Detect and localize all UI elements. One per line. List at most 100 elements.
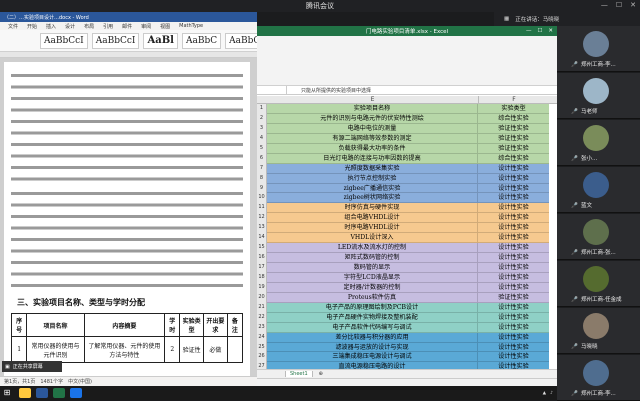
cell-project-name[interactable]: 元件的识别与电路元件的伏安特性测绘	[267, 113, 478, 124]
table-row[interactable]: 22 电子产品硬件实物焊接及整机装配 设计性实验	[257, 312, 557, 323]
close-icon[interactable]: ✕	[630, 1, 636, 9]
cell-project-type[interactable]: 验证性实验	[478, 292, 549, 303]
cell-project-name[interactable]: 字符型LCD液晶显示	[267, 272, 478, 283]
volume-icon[interactable]: ♪	[550, 391, 553, 396]
row-number[interactable]: 4	[257, 133, 267, 144]
column-header-e[interactable]: E	[267, 96, 478, 103]
cell-project-type[interactable]: 实验类型	[478, 104, 549, 114]
table-row[interactable]: 10 zigbee树状网络实验 设计性实验	[257, 193, 557, 204]
cell-project-type[interactable]: 设计性实验	[478, 243, 549, 254]
presenter-bar[interactable]: ▣ 正在共享屏幕	[2, 361, 62, 372]
word-tab[interactable]: 文件	[8, 23, 18, 30]
minimize-icon[interactable]: —	[526, 28, 532, 34]
row-number[interactable]: 26	[257, 352, 267, 363]
cell-project-name[interactable]: LED流水及流水灯的控制	[267, 243, 478, 254]
table-row[interactable]: 3 电路中电位的测量 验证性实验	[257, 123, 557, 134]
participant-tile[interactable]: 🎤 郑州工商-李...	[557, 26, 640, 72]
table-row[interactable]: 16 矩阵式数码管的控制 设计性实验	[257, 253, 557, 263]
style-normal[interactable]: AaBbCcI	[40, 32, 88, 49]
cell-project-name[interactable]: 负载获得最大功率的条件	[267, 143, 478, 154]
cell-project-type[interactable]: 设计性实验	[478, 233, 549, 244]
row-number[interactable]: 23	[257, 322, 267, 333]
table-row[interactable]: 7 光照度数据采集实验 设计性实验	[257, 163, 557, 174]
word-tab[interactable]: 开始	[27, 23, 37, 30]
table-row[interactable]: 20 Proteus软件仿真 验证性实验	[257, 292, 557, 303]
word-tab[interactable]: 审阅	[141, 23, 151, 30]
table-row[interactable]: 13 时序电路VHDL设计 设计性实验	[257, 223, 557, 234]
cell-project-name[interactable]: 电子产品硬件实物焊接及整机装配	[267, 312, 478, 323]
cell-project-name[interactable]: 电路中电位的测量	[267, 123, 478, 134]
row-number[interactable]: 19	[257, 282, 267, 293]
table-row[interactable]: 17 数码管的显示 设计性实验	[257, 263, 557, 273]
row-number[interactable]: 12	[257, 213, 267, 224]
row-number[interactable]: 18	[257, 272, 267, 283]
cell-project-type[interactable]: 设计性实验	[478, 332, 549, 343]
row-number[interactable]: 7	[257, 163, 267, 174]
row-number[interactable]: 14	[257, 233, 267, 244]
row-number[interactable]: 20	[257, 292, 267, 303]
cell-project-type[interactable]: 验证性实验	[478, 143, 549, 154]
table-row[interactable]: 19 定时器/计数器的控制 设计性实验	[257, 282, 557, 293]
row-number[interactable]: 22	[257, 312, 267, 323]
style-no-spacing[interactable]: AaBbCcI	[91, 32, 140, 49]
cell-project-type[interactable]: 设计性实验	[478, 342, 549, 353]
table-row[interactable]: 2 元件的识别与电路元件的伏安特性测绘 综合性实验	[257, 113, 557, 124]
minimize-icon[interactable]: —	[601, 1, 608, 9]
row-number[interactable]: 5	[257, 143, 267, 154]
cell-project-name[interactable]: VHDL设计深入	[267, 233, 478, 244]
excel-icon[interactable]	[53, 388, 65, 398]
table-row[interactable]: 21 电子产品的原理图绘制及PCB设计 设计性实验	[257, 302, 557, 313]
cell-project-type[interactable]: 设计性实验	[478, 263, 549, 273]
cell-project-type[interactable]: 设计性实验	[478, 193, 549, 204]
cell-project-name[interactable]: zigbee树状网络实验	[267, 193, 478, 204]
participant-tile[interactable]: 🎤 马老师	[557, 73, 640, 119]
spreadsheet-grid[interactable]: E F 1 实验项目名称 实验类型 2 元件的识别与电路元件的伏安特性测绘 综合性实验 3 电…	[257, 96, 557, 373]
cell-project-name[interactable]: 光照度数据采集实验	[267, 163, 478, 174]
row-number[interactable]: 6	[257, 153, 267, 164]
table-row[interactable]: 14 VHDL设计深入 设计性实验	[257, 233, 557, 244]
cell-project-type[interactable]: 设计性实验	[478, 253, 549, 263]
cell-project-name[interactable]: 电子产品的原理图绘制及PCB设计	[267, 302, 478, 313]
cell-project-type[interactable]: 设计性实验	[478, 203, 549, 214]
cell-project-type[interactable]: 设计性实验	[478, 272, 549, 283]
maximize-icon[interactable]: ☐	[616, 1, 622, 9]
word-tab[interactable]: 邮件	[122, 23, 132, 30]
maximize-icon[interactable]: ☐	[537, 28, 542, 34]
word-tab[interactable]: 布局	[84, 23, 94, 30]
row-number[interactable]: 17	[257, 263, 267, 273]
table-row[interactable]: 4 有源二端网络等效参数的测定 验证性实验	[257, 133, 557, 144]
table-row[interactable]: 23 电子产品软件代码编写与调试 设计性实验	[257, 322, 557, 333]
table-row[interactable]: 9 zigbee广播通信实验 设计性实验	[257, 183, 557, 194]
participant-tile[interactable]: 🎤 蓝文	[557, 167, 640, 213]
participant-tile[interactable]: 🎤 郑州工商-李...	[557, 355, 640, 401]
table-row[interactable]: 15 LED流水及流水灯的控制 设计性实验	[257, 243, 557, 254]
cell-project-type[interactable]: 设计性实验	[478, 213, 549, 224]
meeting-app-icon[interactable]	[70, 388, 82, 398]
cell-project-type[interactable]: 设计性实验	[478, 282, 549, 293]
cell-project-name[interactable]: 电子产品软件代码编写与调试	[267, 322, 478, 333]
cell-project-name[interactable]: 矩阵式数码管的控制	[267, 253, 478, 263]
formula-input[interactable]: 只能从所提供的实验项目中选择	[287, 87, 371, 94]
row-number[interactable]: 16	[257, 253, 267, 263]
add-sheet-icon[interactable]: ⊕	[319, 371, 323, 377]
row-number[interactable]: 11	[257, 203, 267, 214]
cell-project-name[interactable]: 三端集成稳压电源设计与调试	[267, 352, 478, 363]
cell-project-name[interactable]: 数码管的显示	[267, 263, 478, 273]
table-row[interactable]: 1 实验项目名称 实验类型	[257, 104, 557, 114]
row-number[interactable]: 21	[257, 302, 267, 313]
cell-project-type[interactable]: 验证性实验	[478, 123, 549, 134]
word-icon[interactable]	[36, 388, 48, 398]
cell-project-name[interactable]: 组合电路VHDL设计	[267, 213, 478, 224]
table-row[interactable]: 8 执行节点控制实验 设计性实验	[257, 173, 557, 184]
sheet-tab[interactable]: Sheet1	[285, 371, 313, 377]
row-number[interactable]: 25	[257, 342, 267, 353]
cell-project-type[interactable]: 设计性实验	[478, 173, 549, 184]
table-row[interactable]: 18 字符型LCD液晶显示 设计性实验	[257, 272, 557, 283]
row-number[interactable]: 24	[257, 332, 267, 343]
table-row[interactable]: 6 日光灯电路的连接与功率因数的提高 综合性实验	[257, 153, 557, 164]
cell-project-type[interactable]: 设计性实验	[478, 183, 549, 194]
word-document-area[interactable]: 三、实验项目名称、类型与学时分配 序号 项目名称 内容摘要 学时 实验类型 开出…	[0, 58, 257, 382]
row-number[interactable]: 8	[257, 173, 267, 184]
cell-project-type[interactable]: 设计性实验	[478, 322, 549, 333]
row-number[interactable]: 3	[257, 123, 267, 134]
